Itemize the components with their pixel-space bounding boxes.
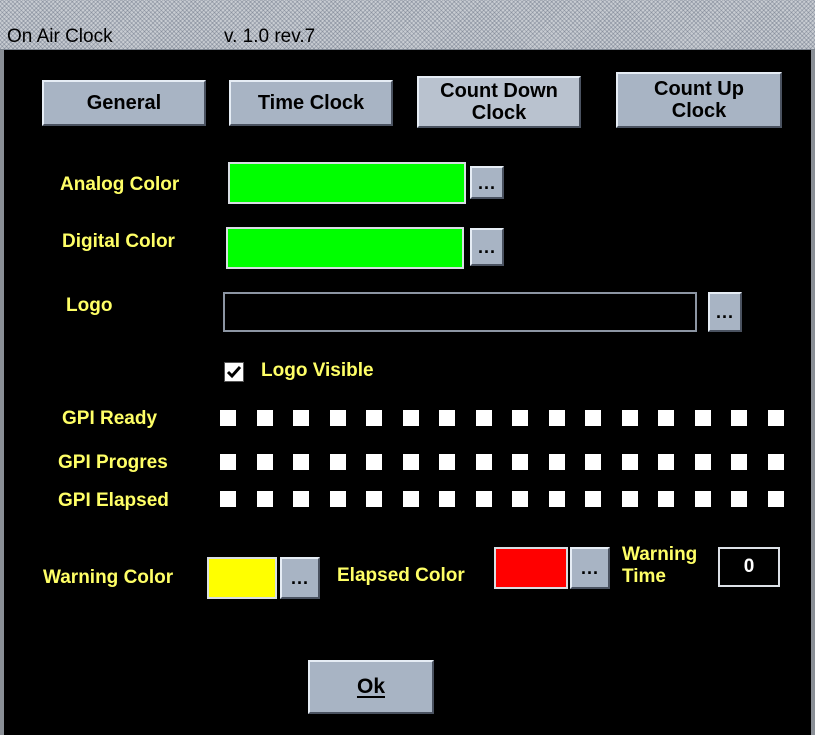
gpi-indicator[interactable] bbox=[475, 454, 492, 470]
gpi-indicator[interactable] bbox=[329, 410, 346, 426]
gpi-indicator[interactable] bbox=[694, 491, 711, 507]
logo-visible-label: Logo Visible bbox=[261, 360, 374, 381]
gpi-indicator[interactable] bbox=[548, 454, 565, 470]
digital-color-swatch[interactable] bbox=[226, 227, 464, 269]
checkmark-icon bbox=[226, 366, 242, 379]
logo-visible-checkbox[interactable] bbox=[224, 362, 244, 382]
warning-time-label: Warning Time bbox=[622, 544, 698, 587]
gpi-indicator[interactable] bbox=[731, 491, 747, 507]
elapsed-color-swatch[interactable] bbox=[494, 547, 568, 589]
gpi-indicator[interactable] bbox=[366, 491, 382, 507]
gpi-indicator[interactable] bbox=[475, 491, 492, 507]
gpi-indicator[interactable] bbox=[548, 491, 565, 507]
gpi-progres-label: GPI Progres bbox=[58, 452, 168, 473]
gpi-indicator[interactable] bbox=[256, 491, 273, 507]
tab-count-up-clock[interactable]: Count Up Clock bbox=[616, 72, 782, 128]
gpi-indicator[interactable] bbox=[256, 410, 273, 426]
gpi-indicator[interactable] bbox=[658, 410, 674, 426]
gpi-indicator[interactable] bbox=[475, 410, 492, 426]
digital-color-browse-button[interactable]: ... bbox=[470, 228, 504, 266]
logo-browse-button[interactable]: ... bbox=[708, 292, 742, 332]
gpi-indicator[interactable] bbox=[329, 454, 346, 470]
gpi-indicator[interactable] bbox=[767, 410, 784, 426]
gpi-indicator[interactable] bbox=[220, 410, 236, 426]
gpi-indicator[interactable] bbox=[293, 491, 309, 507]
gpi-indicator[interactable] bbox=[220, 491, 236, 507]
window-left-border bbox=[0, 50, 4, 735]
title-bar: On Air Clock v. 1.0 rev.7 bbox=[0, 0, 815, 50]
gpi-indicator[interactable] bbox=[293, 454, 309, 470]
gpi-indicator[interactable] bbox=[585, 491, 601, 507]
gpi-indicator[interactable] bbox=[694, 410, 711, 426]
window-right-border bbox=[811, 50, 815, 735]
logo-path-input[interactable] bbox=[223, 292, 697, 332]
gpi-indicator[interactable] bbox=[512, 410, 528, 426]
gpi-indicator[interactable] bbox=[658, 454, 674, 470]
analog-color-label: Analog Color bbox=[60, 174, 180, 195]
analog-color-browse-button[interactable]: ... bbox=[470, 166, 504, 199]
tab-time-clock[interactable]: Time Clock bbox=[229, 80, 393, 126]
gpi-indicator[interactable] bbox=[731, 454, 747, 470]
gpi-indicator[interactable] bbox=[621, 491, 638, 507]
gpi-indicator[interactable] bbox=[402, 491, 419, 507]
warning-color-browse-button[interactable]: ... bbox=[280, 557, 320, 599]
elapsed-color-label: Elapsed Color bbox=[337, 565, 465, 586]
gpi-indicator[interactable] bbox=[402, 454, 419, 470]
ok-button-label: Ok bbox=[356, 675, 385, 698]
gpi-indicator[interactable] bbox=[731, 410, 747, 426]
analog-color-swatch[interactable] bbox=[228, 162, 466, 204]
window-title: On Air Clock bbox=[7, 26, 113, 47]
gpi-indicator[interactable] bbox=[512, 454, 528, 470]
warning-color-swatch[interactable] bbox=[207, 557, 277, 599]
gpi-indicator[interactable] bbox=[767, 491, 784, 507]
gpi-indicator[interactable] bbox=[512, 491, 528, 507]
gpi-indicator[interactable] bbox=[439, 410, 455, 426]
ok-button[interactable]: Ok bbox=[308, 660, 434, 714]
gpi-indicator[interactable] bbox=[439, 454, 455, 470]
gpi-indicator[interactable] bbox=[658, 491, 674, 507]
warning-color-label: Warning Color bbox=[43, 567, 174, 588]
gpi-indicator[interactable] bbox=[220, 454, 236, 470]
gpi-indicator[interactable] bbox=[767, 454, 784, 470]
gpi-indicator[interactable] bbox=[439, 491, 455, 507]
tab-count-down-clock[interactable]: Count Down Clock bbox=[417, 76, 581, 128]
gpi-indicator[interactable] bbox=[329, 491, 346, 507]
gpi-elapsed-label: GPI Elapsed bbox=[58, 490, 169, 511]
window-version: v. 1.0 rev.7 bbox=[224, 26, 316, 47]
gpi-indicator[interactable] bbox=[585, 410, 601, 426]
logo-label: Logo bbox=[66, 295, 113, 316]
gpi-indicator[interactable] bbox=[585, 454, 601, 470]
gpi-indicator[interactable] bbox=[293, 410, 309, 426]
gpi-indicator[interactable] bbox=[694, 454, 711, 470]
gpi-indicator[interactable] bbox=[621, 454, 638, 470]
gpi-indicator[interactable] bbox=[402, 410, 419, 426]
gpi-indicator[interactable] bbox=[621, 410, 638, 426]
gpi-indicator[interactable] bbox=[366, 410, 382, 426]
gpi-indicator[interactable] bbox=[548, 410, 565, 426]
tab-general[interactable]: General bbox=[42, 80, 206, 126]
elapsed-color-browse-button[interactable]: ... bbox=[570, 547, 610, 589]
gpi-indicator[interactable] bbox=[366, 454, 382, 470]
gpi-indicator[interactable] bbox=[256, 454, 273, 470]
warning-time-input[interactable]: 0 bbox=[718, 547, 780, 587]
digital-color-label: Digital Color bbox=[62, 231, 175, 252]
gpi-ready-label: GPI Ready bbox=[62, 408, 158, 429]
